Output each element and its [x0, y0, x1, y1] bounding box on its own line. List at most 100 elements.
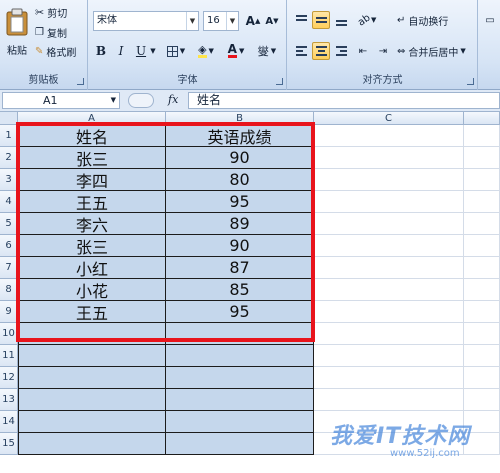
cut-label: 剪切: [47, 8, 68, 20]
wrap-text-button[interactable]: ↵ 自动换行: [396, 11, 449, 29]
cell[interactable]: [166, 345, 314, 367]
chevron-down-icon: ▼: [460, 47, 466, 55]
cell[interactable]: [464, 279, 500, 301]
column-header-c[interactable]: C: [314, 112, 464, 125]
cell[interactable]: [464, 169, 500, 191]
row-header[interactable]: 13: [0, 389, 18, 411]
align-left-button[interactable]: [292, 42, 310, 60]
name-box-value: A1: [43, 94, 58, 107]
clipboard-launcher-icon[interactable]: [77, 78, 84, 85]
row-header[interactable]: 11: [0, 345, 18, 367]
cell[interactable]: [464, 257, 500, 279]
cell[interactable]: [18, 345, 166, 367]
font-name-value: 宋体: [97, 15, 117, 26]
cell[interactable]: [464, 125, 500, 147]
cell[interactable]: [464, 235, 500, 257]
cell[interactable]: [314, 389, 464, 411]
cell[interactable]: [464, 323, 500, 345]
format-painter-button[interactable]: ✎ 格式刷: [34, 43, 77, 59]
cell[interactable]: [314, 235, 464, 257]
underline-dropdown[interactable]: ▼: [149, 42, 157, 60]
align-top-button[interactable]: [292, 11, 310, 29]
cut-button[interactable]: ✂ 剪切: [34, 4, 68, 20]
cell[interactable]: [166, 389, 314, 411]
copy-button[interactable]: ❐ 复制: [34, 24, 68, 40]
cell[interactable]: [314, 257, 464, 279]
phonetic-label: 燮: [257, 45, 269, 58]
align-center-icon: [315, 46, 327, 56]
formula-bar-grip-icon[interactable]: [128, 93, 154, 108]
align-bottom-button[interactable]: [332, 11, 350, 29]
cell[interactable]: [464, 367, 500, 389]
cell[interactable]: [314, 367, 464, 389]
alignment-launcher-icon[interactable]: [467, 78, 474, 85]
align-center-button[interactable]: [312, 42, 330, 60]
orientation-button[interactable]: ab ▼: [354, 11, 380, 29]
underline-button[interactable]: U: [133, 42, 149, 60]
formula-input[interactable]: 姓名: [188, 92, 500, 109]
column-header-d[interactable]: [464, 112, 500, 125]
chevron-down-icon: ▼: [186, 12, 198, 30]
paste-label: 粘贴: [7, 45, 27, 57]
cell[interactable]: [314, 125, 464, 147]
brush-icon: ✎: [35, 45, 44, 57]
bold-button[interactable]: B: [93, 42, 109, 60]
cell[interactable]: [314, 301, 464, 323]
cell[interactable]: [314, 279, 464, 301]
format-painter-label: 格式刷: [46, 47, 77, 59]
phonetic-button[interactable]: 燮 ▼: [253, 42, 281, 60]
align-middle-button[interactable]: [312, 11, 330, 29]
cell[interactable]: [464, 147, 500, 169]
number-format-button[interactable]: ▭: [481, 11, 499, 29]
chevron-down-icon[interactable]: ▼: [111, 93, 116, 108]
cell[interactable]: [314, 169, 464, 191]
italic-button[interactable]: I: [113, 42, 129, 60]
fill-color-button[interactable]: ◈ ▼: [193, 42, 219, 60]
cell[interactable]: [18, 433, 166, 455]
cell[interactable]: [166, 367, 314, 389]
merge-center-button[interactable]: ⇔ 合并后居中 ▼: [396, 42, 467, 60]
shrink-font-button[interactable]: A ▼: [263, 11, 281, 31]
cell[interactable]: [464, 213, 500, 235]
font-launcher-icon[interactable]: [276, 78, 283, 85]
grow-font-button[interactable]: A ▲: [244, 11, 262, 31]
align-right-icon: [335, 46, 347, 56]
row-header[interactable]: 15: [0, 433, 18, 455]
row-header[interactable]: 14: [0, 411, 18, 433]
borders-button[interactable]: ▼: [163, 42, 189, 60]
cell[interactable]: [18, 389, 166, 411]
cell[interactable]: [314, 213, 464, 235]
clipboard-group-label: 剪贴板: [28, 75, 59, 86]
cell[interactable]: [166, 433, 314, 455]
font-group: 宋体 ▼ 16 ▼ A ▲ A ▼ B I U ▼ ▼ ◈ ▼ A ▼ 燮 ▼ …: [89, 0, 287, 90]
caret-up-icon: ▲: [254, 17, 261, 25]
chevron-down-icon: ▼: [179, 47, 186, 55]
decrease-indent-button[interactable]: ⇤: [354, 42, 372, 60]
font-color-button[interactable]: A ▼: [223, 42, 249, 60]
cell[interactable]: [464, 389, 500, 411]
paste-button[interactable]: 粘贴: [2, 2, 32, 62]
cell[interactable]: [18, 411, 166, 433]
increase-indent-icon: ⇥: [378, 45, 388, 57]
align-right-button[interactable]: [332, 42, 350, 60]
name-box[interactable]: A1 ▼: [2, 92, 120, 109]
font-size-select[interactable]: 16 ▼: [203, 11, 239, 31]
increase-indent-button[interactable]: ⇥: [374, 42, 392, 60]
clipboard-icon: [6, 8, 28, 35]
cell[interactable]: [464, 191, 500, 213]
cell[interactable]: [314, 147, 464, 169]
align-bottom-icon: [335, 20, 347, 26]
chevron-down-icon: ▼: [270, 47, 277, 55]
watermark-url: www.52ij.com: [390, 448, 460, 459]
font-name-select[interactable]: 宋体 ▼: [93, 11, 199, 31]
cell[interactable]: [464, 301, 500, 323]
cell[interactable]: [314, 323, 464, 345]
cell[interactable]: [464, 345, 500, 367]
row-header[interactable]: 12: [0, 367, 18, 389]
cell[interactable]: [314, 191, 464, 213]
alignment-group: ab ▼ ↵ 自动换行 ⇤ ⇥ ⇔ 合并后居中 ▼ 对齐方式: [288, 0, 478, 90]
cell[interactable]: [314, 345, 464, 367]
cell[interactable]: [18, 367, 166, 389]
insert-function-button[interactable]: fx: [168, 93, 178, 106]
cell[interactable]: [166, 411, 314, 433]
